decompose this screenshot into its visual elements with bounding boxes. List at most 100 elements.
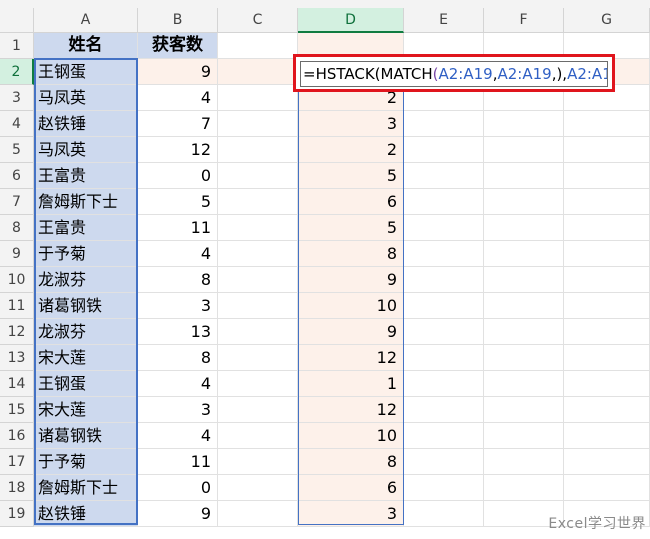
- cell-d17[interactable]: 8: [298, 449, 404, 475]
- column-header-a[interactable]: A: [34, 8, 138, 33]
- cell-b11[interactable]: 3: [138, 293, 218, 319]
- cell-e13[interactable]: [404, 345, 484, 371]
- cell-f9[interactable]: [484, 241, 564, 267]
- row-header-8[interactable]: 8: [0, 215, 34, 241]
- cell-a19[interactable]: 赵铁锤: [34, 501, 138, 527]
- row-header-4[interactable]: 4: [0, 111, 34, 137]
- cell-f15[interactable]: [484, 397, 564, 423]
- cell-a15[interactable]: 宋大莲: [34, 397, 138, 423]
- row-header-10[interactable]: 10: [0, 267, 34, 293]
- cell-d16[interactable]: 10: [298, 423, 404, 449]
- cell-c14[interactable]: [218, 371, 298, 397]
- cell-b4[interactable]: 7: [138, 111, 218, 137]
- cell-f18[interactable]: [484, 475, 564, 501]
- row-header-11[interactable]: 11: [0, 293, 34, 319]
- cell-c6[interactable]: [218, 163, 298, 189]
- cell-d7[interactable]: 6: [298, 189, 404, 215]
- cell-g13[interactable]: [564, 345, 650, 371]
- cell-c12[interactable]: [218, 319, 298, 345]
- cell-b12[interactable]: 13: [138, 319, 218, 345]
- cell-e11[interactable]: [404, 293, 484, 319]
- cell-d19[interactable]: 3: [298, 501, 404, 527]
- cell-e17[interactable]: [404, 449, 484, 475]
- cell-g16[interactable]: [564, 423, 650, 449]
- cell-b18[interactable]: 0: [138, 475, 218, 501]
- cell-a12[interactable]: 龙淑芬: [34, 319, 138, 345]
- cell-d18[interactable]: 6: [298, 475, 404, 501]
- column-header-f[interactable]: F: [484, 8, 564, 33]
- row-header-12[interactable]: 12: [0, 319, 34, 345]
- row-header-9[interactable]: 9: [0, 241, 34, 267]
- cell-g7[interactable]: [564, 189, 650, 215]
- cell-a17[interactable]: 于予菊: [34, 449, 138, 475]
- cell-b13[interactable]: 8: [138, 345, 218, 371]
- cell-f14[interactable]: [484, 371, 564, 397]
- cell-g8[interactable]: [564, 215, 650, 241]
- row-header-13[interactable]: 13: [0, 345, 34, 371]
- cell-a18[interactable]: 詹姆斯下士: [34, 475, 138, 501]
- cell-b9[interactable]: 4: [138, 241, 218, 267]
- column-header-d[interactable]: D: [298, 8, 404, 33]
- cell-b19[interactable]: 9: [138, 501, 218, 527]
- cell-c18[interactable]: [218, 475, 298, 501]
- cell-f8[interactable]: [484, 215, 564, 241]
- cell-e19[interactable]: [404, 501, 484, 527]
- column-header-g[interactable]: G: [564, 8, 650, 33]
- cell-e16[interactable]: [404, 423, 484, 449]
- select-all-corner[interactable]: [0, 8, 34, 33]
- row-header-19[interactable]: 19: [0, 501, 34, 527]
- cell-f7[interactable]: [484, 189, 564, 215]
- cell-d9[interactable]: 8: [298, 241, 404, 267]
- cell-d13[interactable]: 12: [298, 345, 404, 371]
- cell-c9[interactable]: [218, 241, 298, 267]
- cell-d6[interactable]: 5: [298, 163, 404, 189]
- cell-b5[interactable]: 12: [138, 137, 218, 163]
- cell-b15[interactable]: 3: [138, 397, 218, 423]
- cell-d14[interactable]: 1: [298, 371, 404, 397]
- cell-a10[interactable]: 龙淑芬: [34, 267, 138, 293]
- cell-c7[interactable]: [218, 189, 298, 215]
- cell-g17[interactable]: [564, 449, 650, 475]
- cell-b10[interactable]: 8: [138, 267, 218, 293]
- cell-e4[interactable]: [404, 111, 484, 137]
- row-header-17[interactable]: 17: [0, 449, 34, 475]
- cell-g12[interactable]: [564, 319, 650, 345]
- cell-g9[interactable]: [564, 241, 650, 267]
- cell-c1[interactable]: [218, 33, 298, 59]
- cell-g5[interactable]: [564, 137, 650, 163]
- cell-g11[interactable]: [564, 293, 650, 319]
- row-header-5[interactable]: 5: [0, 137, 34, 163]
- cell-e18[interactable]: [404, 475, 484, 501]
- cell-f5[interactable]: [484, 137, 564, 163]
- cell-a5[interactable]: 马凤英: [34, 137, 138, 163]
- row-header-7[interactable]: 7: [0, 189, 34, 215]
- row-header-16[interactable]: 16: [0, 423, 34, 449]
- cell-g14[interactable]: [564, 371, 650, 397]
- cell-e8[interactable]: [404, 215, 484, 241]
- cell-g18[interactable]: [564, 475, 650, 501]
- cell-a8[interactable]: 王富贵: [34, 215, 138, 241]
- cell-e14[interactable]: [404, 371, 484, 397]
- cell-a4[interactable]: 赵铁锤: [34, 111, 138, 137]
- cell-a16[interactable]: 诸葛钢铁: [34, 423, 138, 449]
- row-header-14[interactable]: 14: [0, 371, 34, 397]
- column-header-c[interactable]: C: [218, 8, 298, 33]
- cell-a2[interactable]: 王钢蛋: [34, 59, 138, 85]
- spreadsheet[interactable]: A B C D E F G 1 2 3 4 5 6 7 8 9 10 11 12 13 14 15 16 17 18 19 姓名 获客…: [0, 0, 650, 539]
- row-header-15[interactable]: 15: [0, 397, 34, 423]
- cell-d15[interactable]: 12: [298, 397, 404, 423]
- cell-d10[interactable]: 9: [298, 267, 404, 293]
- cell-e12[interactable]: [404, 319, 484, 345]
- cell-g10[interactable]: [564, 267, 650, 293]
- cell-c13[interactable]: [218, 345, 298, 371]
- cell-f12[interactable]: [484, 319, 564, 345]
- cell-a14[interactable]: 王钢蛋: [34, 371, 138, 397]
- cell-c11[interactable]: [218, 293, 298, 319]
- cell-f4[interactable]: [484, 111, 564, 137]
- cell-f11[interactable]: [484, 293, 564, 319]
- cell-e7[interactable]: [404, 189, 484, 215]
- cell-b14[interactable]: 4: [138, 371, 218, 397]
- cell-a6[interactable]: 王富贵: [34, 163, 138, 189]
- cell-c16[interactable]: [218, 423, 298, 449]
- row-header-6[interactable]: 6: [0, 163, 34, 189]
